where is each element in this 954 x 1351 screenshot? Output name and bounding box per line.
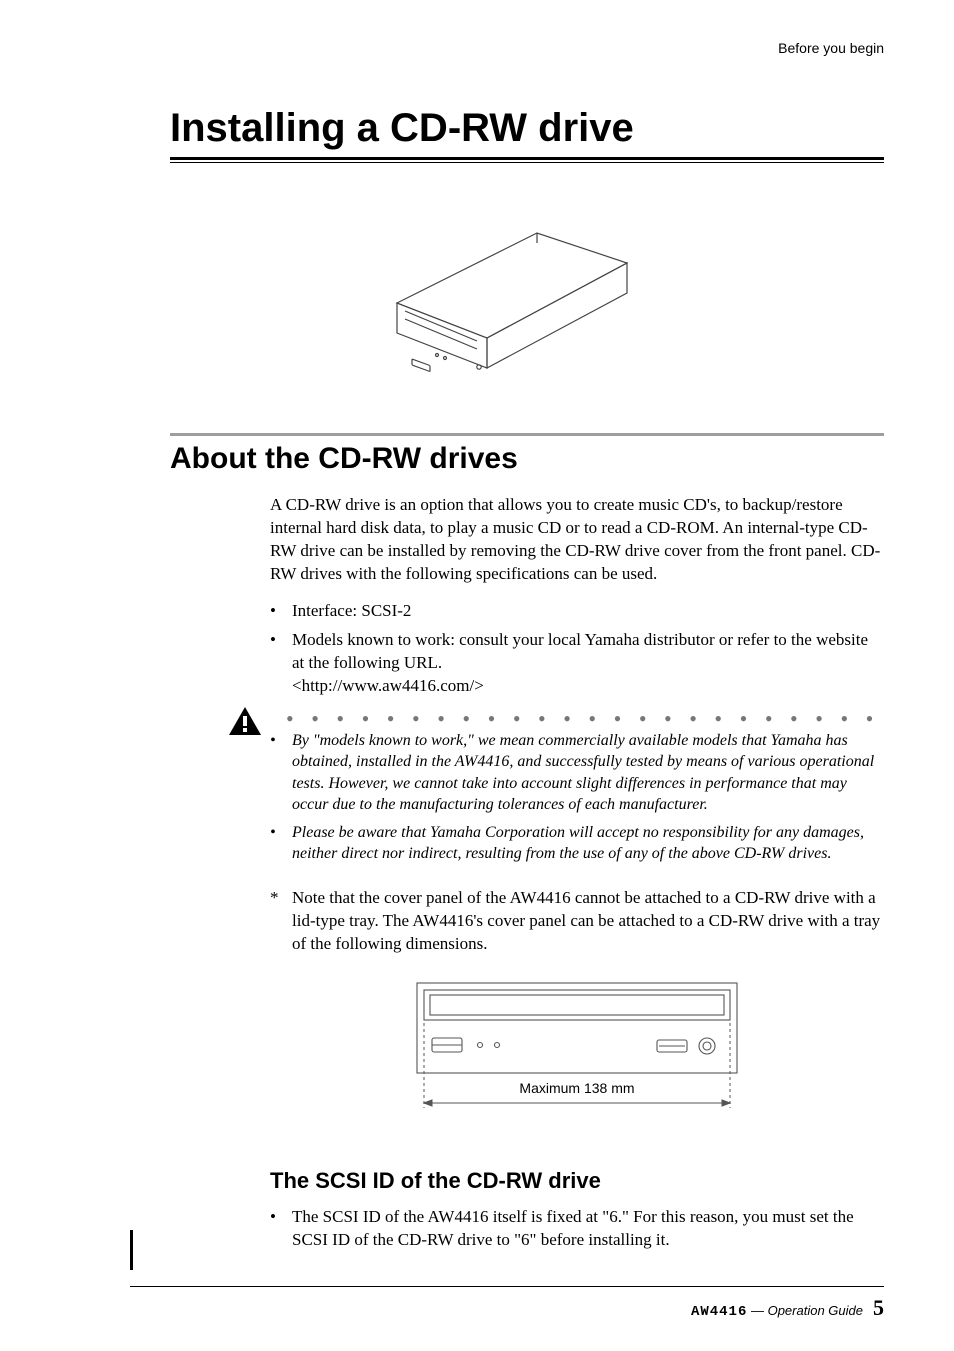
warning-icon (228, 706, 262, 736)
scsi-text: The SCSI ID of the AW4416 itself is fixe… (292, 1207, 854, 1249)
tray-caption: Maximum 138 mm (519, 1080, 634, 1096)
spec-list: Interface: SCSI-2 Models known to work: … (270, 600, 884, 698)
warning-list: By "models known to work," we mean comme… (292, 730, 884, 866)
page-title: Installing a CD-RW drive (170, 106, 884, 151)
section-title-about: About the CD-RW drives (170, 442, 884, 476)
warning-block: • • • • • • • • • • • • • • • • • • • • … (270, 714, 884, 866)
dotted-rule: • • • • • • • • • • • • • • • • • • • • … (286, 714, 884, 724)
warning-text: Please be aware that Yamaha Corporation … (292, 824, 864, 863)
warning-item: Please be aware that Yamaha Corporation … (270, 822, 884, 865)
intro-paragraph: A CD-RW drive is an option that allows y… (270, 494, 884, 586)
footer-page-number: 5 (873, 1295, 884, 1320)
spec-item-interface: Interface: SCSI-2 (270, 600, 884, 623)
spec-item-models: Models known to work: consult your local… (270, 629, 884, 698)
spec-item-url: <http://www.aw4416.com/> (292, 676, 484, 695)
running-header: Before you begin (130, 40, 884, 56)
title-rule-thin (170, 162, 884, 163)
page-footer: AW4416 — Operation Guide 5 (130, 1286, 884, 1321)
section-rule (170, 433, 884, 436)
spec-item-text: Models known to work: consult your local… (292, 630, 868, 672)
title-rule-thick (170, 157, 884, 160)
subsection-title-scsi: The SCSI ID of the CD-RW drive (270, 1168, 884, 1194)
cdrw-drive-illustration (357, 203, 657, 383)
footer-separator: — (747, 1303, 767, 1318)
warning-text: By "models known to work," we mean comme… (292, 732, 874, 814)
warning-item: By "models known to work," we mean comme… (270, 730, 884, 816)
footer-model: AW4416 (691, 1304, 747, 1320)
scsi-item: The SCSI ID of the AW4416 itself is fixe… (270, 1206, 884, 1252)
page-left-rule (130, 1230, 133, 1270)
tray-dimension-figure: Maximum 138 mm (412, 978, 742, 1118)
footer-guide: Operation Guide (768, 1303, 863, 1318)
scsi-list: The SCSI ID of the AW4416 itself is fixe… (270, 1206, 884, 1252)
spec-item-text: Interface: SCSI-2 (292, 601, 411, 620)
star-note: Note that the cover panel of the AW4416 … (270, 887, 884, 956)
